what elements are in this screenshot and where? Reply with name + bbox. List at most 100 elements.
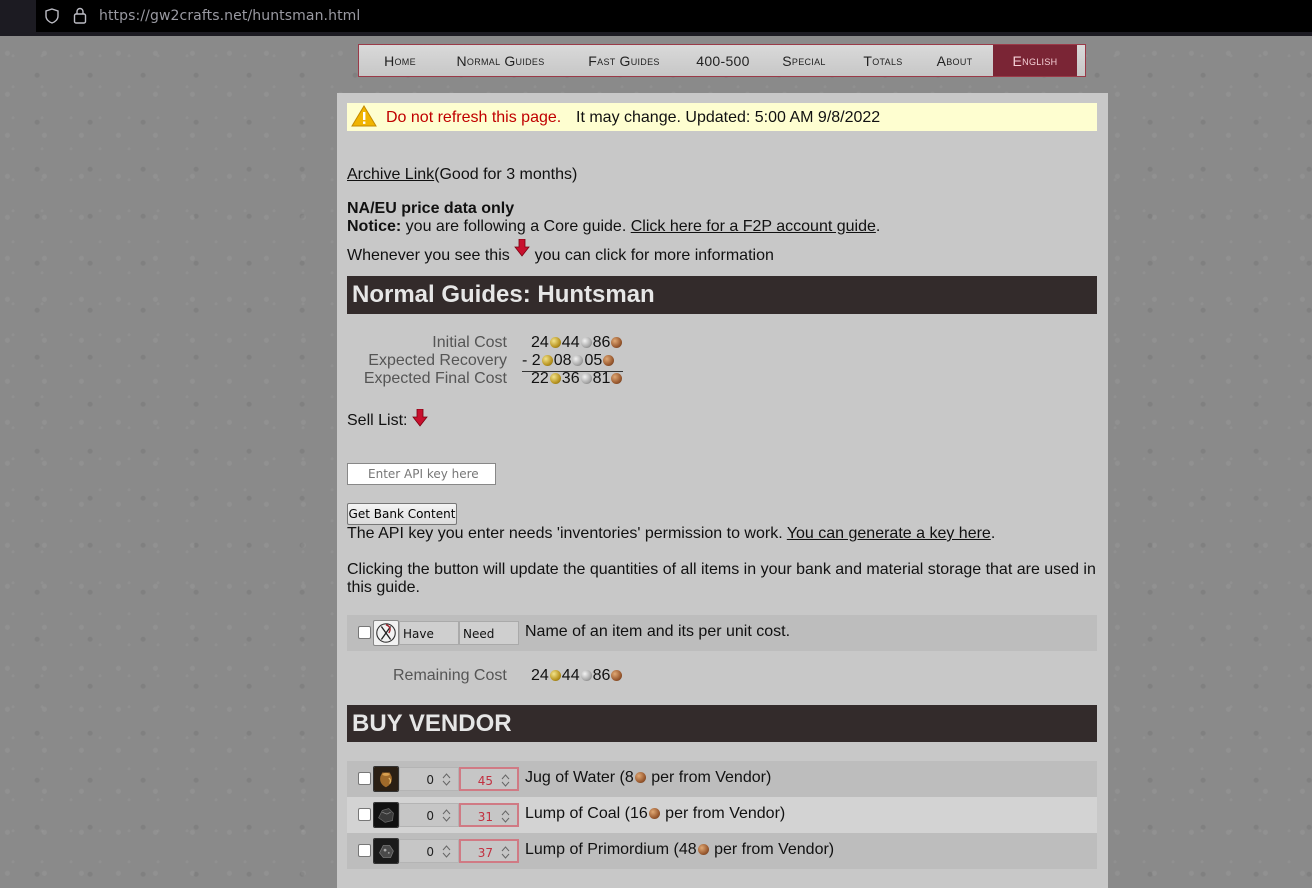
silver-amount: 44 bbox=[561, 334, 580, 351]
copper-amount: 81 bbox=[592, 370, 611, 387]
nav-about[interactable]: About bbox=[916, 45, 993, 76]
have-quantity-input[interactable]: 0 bbox=[399, 803, 459, 827]
final-cost-label: Expected Final Cost bbox=[363, 370, 507, 387]
item-name: Jug of Water (8 per from Vendor) bbox=[525, 769, 771, 787]
have-value: 0 bbox=[426, 845, 434, 859]
archive-note: (Good for 3 months) bbox=[434, 166, 578, 183]
nav-label: bout bbox=[946, 53, 973, 68]
item-name: Lump of Coal (16 per from Vendor) bbox=[525, 805, 785, 823]
table-row: 0 37 Lump of Primordium (48 per from Ven… bbox=[347, 833, 1097, 869]
minus-sign: - bbox=[522, 352, 532, 369]
recovery-label: Expected Recovery bbox=[368, 352, 507, 369]
notice-text: you are following a Core guide. bbox=[401, 218, 631, 235]
archive-link[interactable]: Archive Link bbox=[347, 166, 434, 183]
item-name-b: per from Vendor) bbox=[646, 769, 772, 786]
main-nav: Home Normal Guides Fast Guides 400-500 S… bbox=[358, 44, 1086, 77]
spinner-arrows-icon[interactable] bbox=[501, 845, 510, 860]
url-bar[interactable]: https://gw2crafts.net/huntsman.html bbox=[36, 0, 1312, 32]
lump-of-primordium-icon bbox=[373, 838, 399, 864]
browser-toolbar: https://gw2crafts.net/huntsman.html bbox=[0, 0, 1312, 36]
nav-label: F bbox=[588, 52, 598, 69]
need-quantity-input[interactable]: 45 bbox=[459, 767, 519, 791]
nav-home[interactable]: Home bbox=[359, 45, 441, 76]
item-name-a: Jug of Water (8 bbox=[525, 769, 634, 786]
have-quantity-input[interactable]: 0 bbox=[399, 767, 459, 791]
clicking-note-2: this guide. bbox=[347, 579, 420, 596]
spinner-arrows-icon[interactable] bbox=[442, 772, 451, 787]
legend-checkbox[interactable] bbox=[358, 626, 371, 639]
copper-coin-icon bbox=[611, 670, 623, 681]
nav-400-500[interactable]: 400-500 bbox=[688, 45, 758, 76]
item-checkbox[interactable] bbox=[358, 772, 371, 785]
spinner-arrows-icon[interactable] bbox=[442, 844, 451, 859]
nav-special[interactable]: Special bbox=[758, 45, 850, 76]
notice-line: Notice: you are following a Core guide. … bbox=[347, 218, 880, 236]
nav-label: T bbox=[863, 52, 873, 69]
need-quantity-input[interactable]: 31 bbox=[459, 803, 519, 827]
lock-icon[interactable] bbox=[73, 7, 87, 24]
archive-line: Archive Link(Good for 3 months) bbox=[347, 166, 577, 184]
silver-coin-icon bbox=[580, 670, 592, 681]
silver-amount: 36 bbox=[561, 370, 580, 387]
f2p-link[interactable]: Click here for a F2P account guide bbox=[631, 218, 876, 235]
recovery-value: - 2 08 05 bbox=[522, 352, 624, 372]
item-checkbox[interactable] bbox=[358, 844, 371, 857]
gold-amount: 24 bbox=[531, 667, 549, 684]
gold-coin-icon bbox=[541, 355, 553, 366]
shield-icon[interactable] bbox=[44, 8, 60, 24]
item-name-a: Lump of Primordium (48 bbox=[525, 841, 697, 858]
item-name-b: per from Vendor) bbox=[709, 841, 835, 858]
table-row: 0 31 Lump of Coal (16 per from Vendor) bbox=[347, 797, 1097, 833]
copper-coin-icon bbox=[603, 355, 615, 366]
copper-amount: 86 bbox=[592, 667, 611, 684]
item-name: Lump of Primordium (48 per from Vendor) bbox=[525, 841, 834, 859]
nav-language[interactable]: English bbox=[993, 45, 1077, 76]
warning-icon bbox=[351, 105, 377, 127]
nav-label: uides bbox=[630, 53, 660, 68]
final-cost-value: 22 36 81 bbox=[531, 370, 623, 388]
copper-coin-icon bbox=[634, 772, 646, 783]
item-name-a: Lump of Coal (16 bbox=[525, 805, 648, 822]
copper-coin-icon bbox=[611, 373, 623, 384]
clicking-note-1: Clicking the button will update the quan… bbox=[347, 561, 1096, 578]
gold-amount: 2 bbox=[531, 352, 541, 369]
price-data-note: NA/EU price data only bbox=[347, 200, 515, 217]
nav-label: G bbox=[504, 52, 516, 69]
need-column-header: Need bbox=[459, 621, 519, 645]
api-key-input[interactable]: Enter API key here bbox=[347, 463, 496, 485]
nav-label: N bbox=[456, 52, 467, 69]
gold-amount: 22 bbox=[531, 370, 549, 387]
info-arrow-icon[interactable] bbox=[514, 239, 531, 257]
spinner-arrows-icon[interactable] bbox=[501, 809, 510, 824]
nav-label: G bbox=[619, 52, 631, 69]
need-quantity-input[interactable]: 37 bbox=[459, 839, 519, 863]
refresh-warning: Do not refresh this page. It may change.… bbox=[347, 103, 1097, 131]
spinner-arrows-icon[interactable] bbox=[501, 773, 510, 788]
nav-label: ormal bbox=[466, 53, 505, 68]
have-quantity-input[interactable]: 0 bbox=[399, 839, 459, 863]
sell-list-arrow-icon[interactable] bbox=[412, 409, 428, 427]
nav-label: H bbox=[384, 52, 395, 69]
nav-fast-guides[interactable]: Fast Guides bbox=[560, 45, 688, 76]
have-value: 0 bbox=[426, 809, 434, 823]
nav-label: ome bbox=[394, 53, 416, 68]
nav-normal-guides[interactable]: Normal Guides bbox=[441, 45, 560, 76]
gold-coin-icon bbox=[549, 670, 561, 681]
get-bank-content-button[interactable]: Get Bank Content bbox=[347, 503, 457, 525]
spinner-arrows-icon[interactable] bbox=[442, 808, 451, 823]
gold-coin-icon bbox=[549, 337, 561, 348]
jug-of-water-icon bbox=[373, 766, 399, 792]
nav-label: nglish bbox=[1022, 53, 1058, 68]
silver-coin-icon bbox=[580, 337, 592, 348]
nav-totals[interactable]: Totals bbox=[850, 45, 916, 76]
item-checkbox[interactable] bbox=[358, 808, 371, 821]
silver-coin-icon bbox=[580, 373, 592, 384]
nav-label: uides bbox=[515, 53, 545, 68]
have-column-header: Have bbox=[399, 621, 459, 645]
nav-label: otals bbox=[872, 53, 903, 68]
item-placeholder-icon bbox=[373, 620, 399, 646]
url-text[interactable]: https://gw2crafts.net/huntsman.html bbox=[99, 8, 360, 24]
warning-updated-text: It may change. Updated: 5:00 AM 9/8/2022 bbox=[576, 109, 881, 126]
generate-key-link[interactable]: You can generate a key here bbox=[787, 525, 991, 542]
api-permission-text: The API key you enter needs 'inventories… bbox=[347, 525, 787, 542]
